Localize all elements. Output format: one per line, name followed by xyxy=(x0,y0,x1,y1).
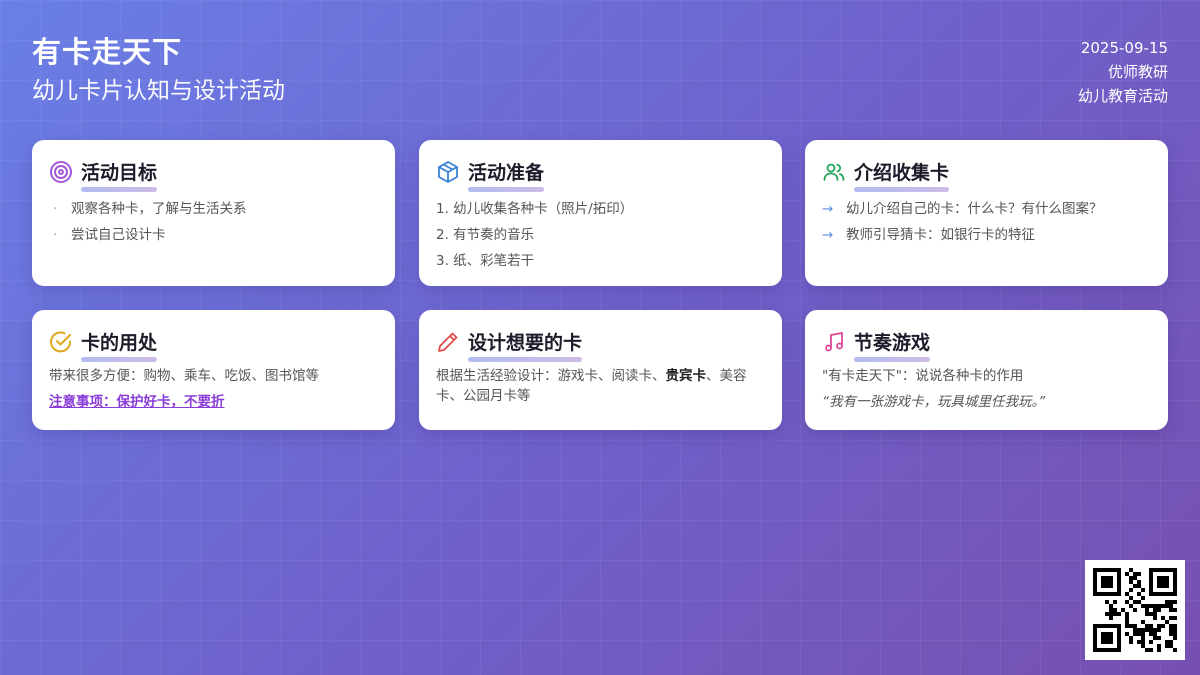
box-icon xyxy=(436,160,460,184)
pencil-icon xyxy=(436,330,460,354)
card-title: 活动目标 xyxy=(81,158,158,192)
list-item: 1. 幼儿收集各种卡（照片/拓印） xyxy=(436,201,634,217)
page-header: 有卡走天下 幼儿卡片认知与设计活动 xyxy=(32,34,285,106)
card-title: 卡的用处 xyxy=(81,328,158,362)
card-text: "有卡走天下"：说说各种卡的作用 xyxy=(822,368,1024,384)
page-title: 有卡走天下 xyxy=(32,35,183,69)
users-icon xyxy=(822,160,846,184)
list-item: · 尝试自己设计卡 xyxy=(53,227,166,243)
meta-author: 优师教研 xyxy=(1107,63,1168,81)
card-title: 介绍收集卡 xyxy=(854,158,950,192)
card-design: 设计想要的卡 根据生活经验设计：游戏卡、阅读卡、贵宾卡、美容卡、公园月卡等 xyxy=(419,310,782,430)
card-title: 节奏游戏 xyxy=(854,328,931,362)
card-text: 根据生活经验设计：游戏卡、阅读卡、贵宾卡、美容卡、公园月卡等 xyxy=(436,368,747,404)
card-use: 卡的用处 带来很多方便：购物、乘车、吃饭、图书馆等 注意事项：保护好卡，不要折 xyxy=(32,310,395,430)
meta-info: 2025-09-15 优师教研 幼儿教育活动 xyxy=(1078,36,1168,108)
card-game: 节奏游戏 "有卡走天下"：说说各种卡的作用 “我有一张游戏卡，玩具城里任我玩。” xyxy=(805,310,1168,430)
quote-text: “我有一张游戏卡，玩具城里任我玩。” xyxy=(822,394,1046,410)
list-item: 2. 有节奏的音乐 xyxy=(436,227,535,243)
list-item: · 观察各种卡，了解与生活关系 xyxy=(53,201,247,217)
check-circle-icon xyxy=(49,330,73,354)
qr-code-icon[interactable] xyxy=(1085,560,1185,660)
card-prep: 活动准备 1. 幼儿收集各种卡（照片/拓印） 2. 有节奏的音乐 3. 纸、彩笔… xyxy=(419,140,782,286)
highlight-text: 贵宾卡 xyxy=(665,368,707,384)
list-item: → 幼儿介绍自己的卡：什么卡？有什么图案？ xyxy=(822,201,1103,217)
list-item: 3. 纸、彩笔若干 xyxy=(436,253,535,269)
card-title: 活动准备 xyxy=(468,158,545,192)
card-title: 设计想要的卡 xyxy=(468,328,583,362)
music-icon xyxy=(822,330,846,354)
meta-date: 2025-09-15 xyxy=(1080,39,1168,57)
target-icon xyxy=(49,160,73,184)
list-item: → 教师引导猜卡：如银行卡的特征 xyxy=(822,227,1035,243)
card-text: 带来很多方便：购物、乘车、吃饭、图书馆等 xyxy=(49,368,319,384)
page-subtitle: 幼儿卡片认知与设计活动 xyxy=(32,78,285,104)
warning-note: 注意事项：保护好卡，不要折 xyxy=(49,394,225,410)
meta-category: 幼儿教育活动 xyxy=(1077,87,1168,105)
card-goal: 活动目标 · 观察各种卡，了解与生活关系 · 尝试自己设计卡 xyxy=(32,140,395,286)
card-intro: 介绍收集卡 → 幼儿介绍自己的卡：什么卡？有什么图案？ → 教师引导猜卡：如银行卡的… xyxy=(805,140,1168,286)
